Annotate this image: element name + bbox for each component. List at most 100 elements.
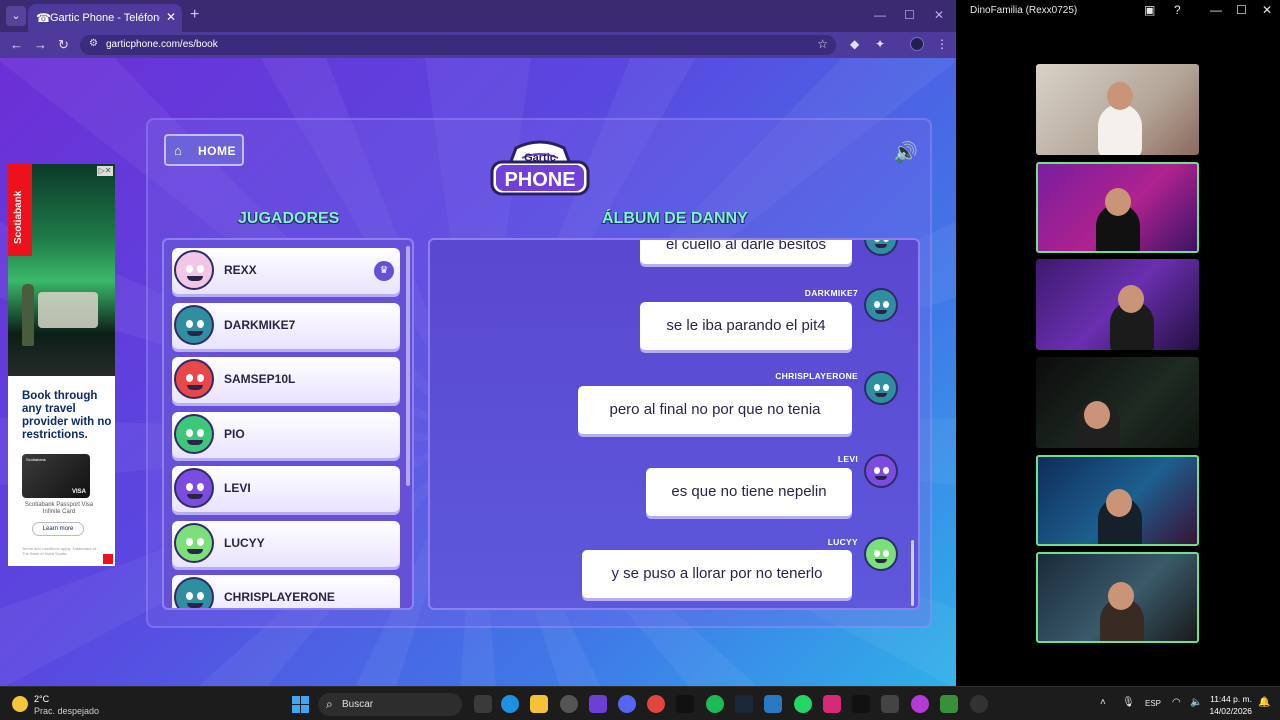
- extension-icon[interactable]: ◆: [850, 37, 859, 51]
- video-tile-speaking[interactable]: [1036, 162, 1199, 253]
- album-view[interactable]: el cuello al darle besitos DARKMIKE7 se le…: [428, 238, 920, 610]
- tab-strip: ⌄ ☎ Gartic Phone - Teléfono Descon ✕ + —…: [0, 0, 956, 32]
- player-name: LEVI: [224, 481, 251, 495]
- ad-learn-more-button[interactable]: Learn more: [32, 522, 84, 536]
- player-row[interactable]: LUCYY: [172, 520, 400, 567]
- window-mode-icon[interactable]: ▣: [1144, 3, 1155, 17]
- ad-headline: Book through any travel provider with no…: [22, 390, 112, 441]
- players-scrollbar[interactable]: [406, 246, 410, 486]
- player-row[interactable]: SAMSEP10L: [172, 357, 400, 403]
- tiktok-icon[interactable]: [852, 695, 870, 713]
- player-row[interactable]: LEVI: [172, 466, 400, 512]
- player-row[interactable]: CHRISPLAYERONE: [172, 575, 400, 608]
- forward-icon[interactable]: →: [34, 37, 47, 52]
- app-icon[interactable]: [970, 695, 988, 713]
- close-window-button[interactable]: ✕: [934, 8, 944, 22]
- player-name: LUCYY: [224, 535, 265, 550]
- logo-bottom-text: PHONE: [504, 169, 575, 191]
- chrome-icon[interactable]: [647, 695, 665, 713]
- ad-close-icon[interactable]: ▷✕: [97, 166, 113, 176]
- player-name: DARKMIKE7: [224, 317, 296, 332]
- windows-taskbar: 2°C Prac. despejado ⌕ Buscar ˄ 🎙 ESP ◠ 🔈: [0, 686, 1280, 720]
- weather-icon[interactable]: [12, 696, 28, 712]
- video-tile[interactable]: [1036, 259, 1199, 350]
- home-label: HOME: [198, 144, 236, 158]
- show-hidden-icons[interactable]: ˄: [1100, 697, 1106, 708]
- task-view-icon[interactable]: [474, 695, 492, 713]
- bookmark-star-icon[interactable]: ☆: [817, 37, 828, 51]
- player-row[interactable]: PIO: [172, 411, 400, 458]
- ad-image: Scotiabank ▷✕: [8, 164, 115, 376]
- app-icon[interactable]: [881, 695, 899, 713]
- terminal-icon[interactable]: [676, 695, 694, 713]
- call-close-button[interactable]: ✕: [1262, 3, 1272, 17]
- video-tile[interactable]: [1036, 357, 1199, 448]
- minimize-button[interactable]: —: [874, 8, 886, 22]
- adchoices-icon[interactable]: [103, 554, 113, 564]
- app-icon[interactable]: [911, 695, 929, 713]
- help-icon[interactable]: ?: [1174, 3, 1181, 17]
- message-bubble: es que no tiene nepelin: [646, 468, 852, 516]
- back-icon[interactable]: ←: [10, 37, 23, 52]
- album-scrollbar[interactable]: [911, 540, 914, 606]
- player-row[interactable]: DARKMIKE7: [172, 302, 400, 349]
- browser-tab[interactable]: ☎ Gartic Phone - Teléfono Descon ✕: [28, 4, 182, 32]
- app-icon[interactable]: [589, 695, 607, 713]
- windows-start-icon[interactable]: [292, 696, 309, 713]
- participant-body: [1098, 104, 1142, 155]
- call-minimize-button[interactable]: —: [1210, 3, 1222, 17]
- taskbar-search[interactable]: ⌕ Buscar: [318, 693, 462, 716]
- players-list[interactable]: REXX ♛ DARKMIKE7 SAMSEP10L PIO LEVI LUCYY CHRIS…: [162, 238, 414, 610]
- address-bar[interactable]: ⚙ garticphone.com/es/book ☆: [80, 35, 836, 55]
- whatsapp-icon[interactable]: [794, 695, 812, 713]
- participant-face: [1118, 285, 1144, 313]
- new-tab-button[interactable]: +: [190, 6, 199, 24]
- tab-search-button[interactable]: ⌄: [6, 6, 26, 26]
- url-text: garticphone.com/es/book: [106, 39, 218, 50]
- reload-icon[interactable]: ↻: [58, 37, 69, 53]
- steam-icon[interactable]: [735, 695, 753, 713]
- extensions-puzzle-icon[interactable]: ✦: [875, 37, 885, 51]
- tab-title: Gartic Phone - Teléfono Descon: [50, 12, 160, 24]
- app-icon[interactable]: [560, 695, 578, 713]
- sound-toggle-icon[interactable]: 🔊: [893, 140, 918, 165]
- microphone-icon[interactable]: 🎙: [1122, 697, 1135, 708]
- wifi-icon[interactable]: ◠: [1172, 697, 1181, 708]
- video-tile[interactable]: [1036, 64, 1199, 155]
- page-content: Scotiabank ▷✕ Book through any travel pr…: [0, 58, 956, 686]
- ad-banner[interactable]: Scotiabank ▷✕ Book through any travel pr…: [8, 164, 115, 566]
- player-row[interactable]: REXX ♛: [172, 248, 400, 294]
- app-icon[interactable]: [940, 695, 958, 713]
- spotify-icon[interactable]: [706, 695, 724, 713]
- instagram-icon[interactable]: [823, 695, 841, 713]
- player-avatar: [174, 359, 214, 399]
- browser-menu-icon[interactable]: ⋮: [936, 37, 948, 51]
- maximize-button[interactable]: ☐: [904, 8, 915, 22]
- video-tile-speaking[interactable]: [1036, 552, 1199, 643]
- message-bubble: y se puso a llorar por no tenerlo: [582, 550, 852, 598]
- site-info-icon[interactable]: ⚙: [89, 38, 98, 49]
- home-button[interactable]: ⌂ HOME: [164, 134, 244, 166]
- message-author: DARKMIKE7: [804, 288, 858, 298]
- video-tile-speaking[interactable]: [1036, 455, 1199, 546]
- edge-icon[interactable]: [501, 695, 519, 713]
- discord-icon[interactable]: [618, 695, 636, 713]
- file-explorer-icon[interactable]: [530, 695, 548, 713]
- close-tab-icon[interactable]: ✕: [166, 10, 176, 24]
- language-indicator[interactable]: ESP: [1145, 699, 1161, 708]
- call-maximize-button[interactable]: ☐: [1236, 3, 1247, 17]
- clock-time[interactable]: 11:44 p. m.: [1210, 694, 1252, 704]
- notifications-icon[interactable]: 🔔: [1258, 697, 1270, 708]
- clock-date[interactable]: 14/02/2026: [1206, 706, 1252, 716]
- player-name: CHRISPLAYERONE: [224, 590, 335, 604]
- weather-temperature: 2°C: [34, 694, 50, 704]
- home-icon: ⌂: [174, 143, 182, 158]
- ad-brand-strip: Scotiabank: [8, 164, 32, 256]
- browser-window: ⌄ ☎ Gartic Phone - Teléfono Descon ✕ + —…: [0, 0, 956, 686]
- ad-brand-label: Scotiabank: [13, 190, 24, 244]
- volume-icon[interactable]: 🔈: [1190, 697, 1202, 708]
- message-author: CHRISPLAYERONE: [775, 371, 858, 381]
- app-icon[interactable]: [764, 695, 782, 713]
- weather-status: Prac. despejado: [34, 706, 100, 716]
- profile-avatar[interactable]: [910, 37, 924, 51]
